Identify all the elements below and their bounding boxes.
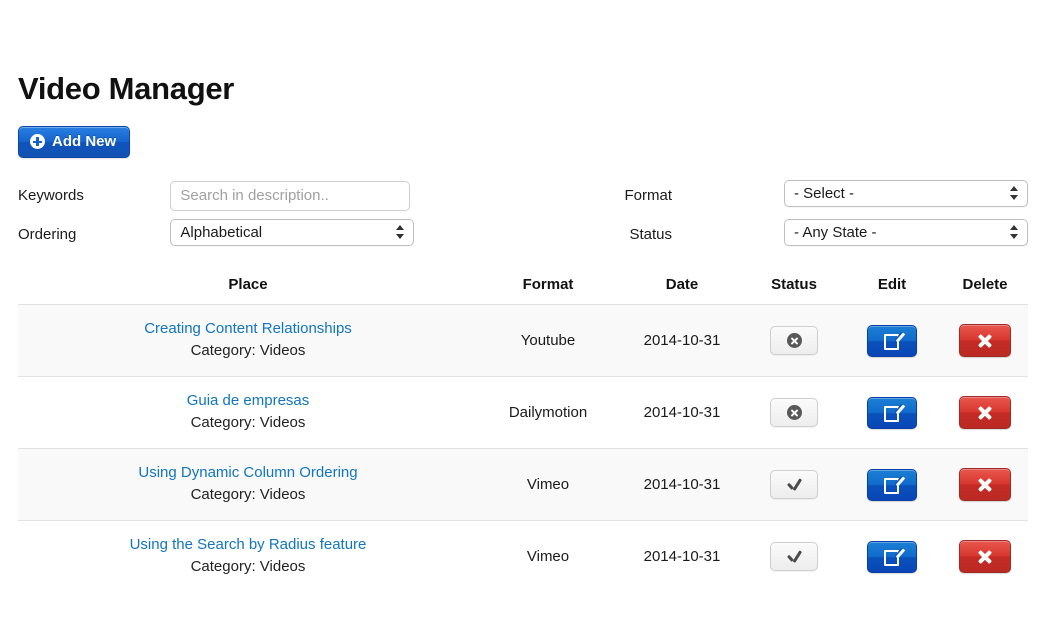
toolbar: Add New	[18, 126, 1028, 159]
video-table: Place Format Date Status Edit Delete Cre…	[18, 276, 1028, 593]
keywords-label-cell: Keywords	[18, 176, 170, 215]
x-circle-icon	[786, 333, 802, 349]
ordering-label-cell: Ordering	[18, 215, 170, 254]
edit-button[interactable]	[867, 396, 917, 429]
check-icon	[786, 550, 802, 564]
keywords-label: Keywords	[18, 186, 84, 204]
cell-date: 2014-10-31	[618, 520, 746, 593]
filter-row-ordering-status: Ordering Alphabetical Status - Any State…	[18, 215, 1028, 254]
cell-date: 2014-10-31	[618, 304, 746, 377]
cell-format: Dailymotion	[478, 376, 618, 449]
status-toggle-button[interactable]	[770, 326, 818, 356]
column-header-format[interactable]: Format	[478, 276, 618, 305]
ordering-select-value[interactable]: Alphabetical	[170, 218, 415, 246]
table-row: Guia de empresas Category: Videos Dailymot…	[18, 376, 1028, 449]
filter-row-keywords-format: Keywords Format - Select -	[18, 176, 1028, 215]
status-field-cell: - Any State -	[784, 215, 1028, 254]
delete-button[interactable]	[959, 324, 1011, 358]
ordering-label: Ordering	[18, 225, 77, 243]
video-table-head: Place Format Date Status Edit Delete	[18, 276, 1028, 305]
cell-delete	[942, 520, 1028, 593]
status-select[interactable]: - Any State -	[784, 218, 1028, 246]
cell-place: Creating Content Relationships Category: …	[18, 304, 478, 377]
column-header-delete: Delete	[962, 276, 1008, 294]
cell-status	[746, 304, 842, 377]
cell-edit	[842, 304, 942, 377]
video-title-link[interactable]: Guia de empresas	[18, 391, 478, 411]
status-toggle-button[interactable]	[770, 470, 818, 500]
video-manager-page: Video Manager Add New Keywords Format	[0, 0, 1046, 624]
cell-delete	[942, 448, 1028, 521]
cell-status	[746, 448, 842, 521]
pencil-square-icon	[883, 548, 901, 567]
check-icon	[786, 478, 802, 492]
cell-place: Using the Search by Radius feature Catego…	[18, 520, 478, 593]
column-header-status[interactable]: Status	[746, 276, 842, 305]
cell-edit	[842, 448, 942, 521]
ordering-field-cell: Alphabetical	[170, 215, 502, 254]
video-title-link[interactable]: Creating Content Relationships	[18, 319, 478, 339]
delete-button[interactable]	[959, 396, 1011, 430]
cell-status	[746, 376, 842, 449]
pencil-square-icon	[883, 404, 901, 423]
video-category-label: Category: Videos	[190, 414, 306, 432]
x-circle-icon	[786, 405, 802, 421]
table-row: Using the Search by Radius feature Catego…	[18, 520, 1028, 593]
cell-date: 2014-10-31	[618, 448, 746, 521]
add-new-button[interactable]: Add New	[18, 126, 131, 159]
status-toggle-button[interactable]	[770, 542, 818, 572]
status-toggle-button[interactable]	[770, 398, 818, 428]
edit-button[interactable]	[867, 324, 917, 357]
search-input[interactable]	[170, 180, 411, 211]
video-category-label: Category: Videos	[190, 558, 306, 576]
video-category-label: Category: Videos	[190, 342, 306, 360]
add-new-button-label: Add New	[52, 133, 117, 151]
video-table-body: Creating Content Relationships Category: …	[18, 304, 1028, 593]
status-label-cell: Status	[503, 215, 784, 254]
cell-place: Guia de empresas Category: Videos	[18, 376, 478, 449]
format-label-cell: Format	[503, 176, 784, 215]
x-bold-icon	[976, 404, 994, 422]
x-bold-icon	[976, 476, 994, 494]
cell-status	[746, 520, 842, 593]
table-row: Using Dynamic Column Ordering Category: V…	[18, 448, 1028, 521]
pencil-square-icon	[883, 476, 901, 495]
format-label: Format	[624, 186, 672, 204]
column-header-edit: Edit	[877, 276, 907, 294]
cell-delete	[942, 304, 1028, 377]
cell-place: Using Dynamic Column Ordering Category: V…	[18, 448, 478, 521]
cell-delete	[942, 376, 1028, 449]
format-field-cell: - Select -	[784, 176, 1028, 215]
format-select-value[interactable]: - Select -	[784, 179, 1028, 207]
video-title-link[interactable]: Using the Search by Radius feature	[18, 535, 478, 555]
delete-button[interactable]	[959, 468, 1011, 502]
filter-form: Keywords Format - Select - Ordering	[18, 176, 1028, 254]
table-row: Creating Content Relationships Category: …	[18, 304, 1028, 377]
format-select[interactable]: - Select -	[784, 179, 1028, 207]
ordering-select[interactable]: Alphabetical	[170, 218, 415, 246]
column-header-date[interactable]: Date	[618, 276, 746, 305]
cell-format: Vimeo	[478, 520, 618, 593]
cell-edit	[842, 376, 942, 449]
edit-button[interactable]	[867, 468, 917, 501]
pencil-square-icon	[883, 332, 901, 351]
video-title-link[interactable]: Using Dynamic Column Ordering	[18, 463, 478, 483]
status-label: Status	[629, 225, 672, 243]
page-title: Video Manager	[18, 71, 235, 106]
column-header-place[interactable]: Place	[18, 276, 478, 305]
cell-format: Youtube	[478, 304, 618, 377]
cell-edit	[842, 520, 942, 593]
cell-date: 2014-10-31	[618, 376, 746, 449]
x-bold-icon	[976, 332, 994, 350]
delete-button[interactable]	[959, 540, 1011, 574]
edit-button[interactable]	[867, 540, 917, 573]
cell-format: Vimeo	[478, 448, 618, 521]
status-select-value[interactable]: - Any State -	[784, 218, 1028, 246]
circle-plus-icon	[30, 134, 45, 150]
keywords-field-cell	[170, 176, 502, 215]
video-category-label: Category: Videos	[190, 486, 306, 504]
x-bold-icon	[976, 548, 994, 566]
table-header-row: Place Format Date Status Edit Delete	[18, 276, 1028, 305]
